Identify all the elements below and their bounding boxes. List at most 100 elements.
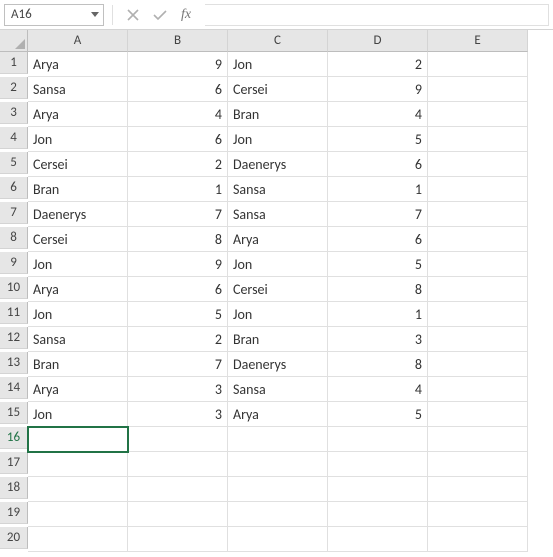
- cell-A10[interactable]: Arya: [28, 277, 128, 302]
- cell-C11[interactable]: Jon: [228, 302, 328, 327]
- cell-C8[interactable]: Arya: [228, 227, 328, 252]
- cell-C14[interactable]: Sansa: [228, 377, 328, 402]
- cell-C6[interactable]: Sansa: [228, 177, 328, 202]
- cell-C2[interactable]: Cersei: [228, 77, 328, 102]
- cell-C19[interactable]: [228, 502, 328, 527]
- cell-C4[interactable]: Jon: [228, 127, 328, 152]
- row-header-10[interactable]: 10: [0, 277, 28, 299]
- cell-D9[interactable]: 5: [328, 252, 428, 277]
- col-header-A[interactable]: A: [28, 30, 128, 52]
- cell-B13[interactable]: 7: [128, 352, 228, 377]
- row-header-2[interactable]: 2: [0, 77, 28, 99]
- row-header-9[interactable]: 9: [0, 252, 28, 274]
- cell-E18[interactable]: [428, 477, 528, 502]
- cell-D3[interactable]: 4: [328, 102, 428, 127]
- cell-D5[interactable]: 6: [328, 152, 428, 177]
- row-header-20[interactable]: 20: [0, 527, 28, 549]
- cell-D18[interactable]: [328, 477, 428, 502]
- cell-C17[interactable]: [228, 452, 328, 477]
- cell-C10[interactable]: Cersei: [228, 277, 328, 302]
- row-header-7[interactable]: 7: [0, 202, 28, 224]
- cell-B10[interactable]: 6: [128, 277, 228, 302]
- cell-D11[interactable]: 1: [328, 302, 428, 327]
- cell-E20[interactable]: [428, 527, 528, 552]
- cell-D2[interactable]: 9: [328, 77, 428, 102]
- row-header-15[interactable]: 15: [0, 402, 28, 424]
- cell-E11[interactable]: [428, 302, 528, 327]
- cell-B17[interactable]: [128, 452, 228, 477]
- cell-E3[interactable]: [428, 102, 528, 127]
- cell-A14[interactable]: Arya: [28, 377, 128, 402]
- col-header-C[interactable]: C: [228, 30, 328, 52]
- cell-B12[interactable]: 2: [128, 327, 228, 352]
- cell-A16[interactable]: [28, 427, 128, 452]
- cell-C1[interactable]: Jon: [228, 52, 328, 77]
- cell-D15[interactable]: 5: [328, 402, 428, 427]
- row-header-19[interactable]: 19: [0, 502, 28, 524]
- cell-B9[interactable]: 9: [128, 252, 228, 277]
- row-header-1[interactable]: 1: [0, 52, 28, 74]
- cell-A4[interactable]: Jon: [28, 127, 128, 152]
- cancel-icon[interactable]: [127, 9, 139, 21]
- formula-input[interactable]: [205, 4, 549, 26]
- row-header-6[interactable]: 6: [0, 177, 28, 199]
- cell-A9[interactable]: Jon: [28, 252, 128, 277]
- fx-icon[interactable]: fx: [181, 7, 191, 23]
- cell-A2[interactable]: Sansa: [28, 77, 128, 102]
- cell-A1[interactable]: Arya: [28, 52, 128, 77]
- cell-B14[interactable]: 3: [128, 377, 228, 402]
- cell-E9[interactable]: [428, 252, 528, 277]
- cell-A7[interactable]: Daenerys: [28, 202, 128, 227]
- cell-B20[interactable]: [128, 527, 228, 552]
- cell-A17[interactable]: [28, 452, 128, 477]
- cell-C5[interactable]: Daenerys: [228, 152, 328, 177]
- cell-B11[interactable]: 5: [128, 302, 228, 327]
- cell-E6[interactable]: [428, 177, 528, 202]
- enter-icon[interactable]: [153, 9, 167, 21]
- cell-A8[interactable]: Cersei: [28, 227, 128, 252]
- row-header-18[interactable]: 18: [0, 477, 28, 499]
- cell-B1[interactable]: 9: [128, 52, 228, 77]
- cell-E19[interactable]: [428, 502, 528, 527]
- cell-B16[interactable]: [128, 427, 228, 452]
- cell-C12[interactable]: Bran: [228, 327, 328, 352]
- cell-C20[interactable]: [228, 527, 328, 552]
- cell-E5[interactable]: [428, 152, 528, 177]
- cell-A5[interactable]: Cersei: [28, 152, 128, 177]
- cell-D7[interactable]: 7: [328, 202, 428, 227]
- cell-D6[interactable]: 1: [328, 177, 428, 202]
- cell-D1[interactable]: 2: [328, 52, 428, 77]
- cell-C18[interactable]: [228, 477, 328, 502]
- cell-E10[interactable]: [428, 277, 528, 302]
- cell-E16[interactable]: [428, 427, 528, 452]
- cell-E8[interactable]: [428, 227, 528, 252]
- cell-B8[interactable]: 8: [128, 227, 228, 252]
- cell-E14[interactable]: [428, 377, 528, 402]
- cell-B7[interactable]: 7: [128, 202, 228, 227]
- row-header-5[interactable]: 5: [0, 152, 28, 174]
- cell-D19[interactable]: [328, 502, 428, 527]
- name-box[interactable]: A16: [4, 4, 104, 26]
- row-header-4[interactable]: 4: [0, 127, 28, 149]
- cell-A11[interactable]: Jon: [28, 302, 128, 327]
- cell-D8[interactable]: 6: [328, 227, 428, 252]
- cell-A6[interactable]: Bran: [28, 177, 128, 202]
- cell-B3[interactable]: 4: [128, 102, 228, 127]
- row-header-11[interactable]: 11: [0, 302, 28, 324]
- cell-E2[interactable]: [428, 77, 528, 102]
- cell-D13[interactable]: 8: [328, 352, 428, 377]
- cell-E7[interactable]: [428, 202, 528, 227]
- cell-B4[interactable]: 6: [128, 127, 228, 152]
- cell-C16[interactable]: [228, 427, 328, 452]
- row-header-13[interactable]: 13: [0, 352, 28, 374]
- cell-B2[interactable]: 6: [128, 77, 228, 102]
- row-header-17[interactable]: 17: [0, 452, 28, 474]
- cell-C9[interactable]: Jon: [228, 252, 328, 277]
- cell-E1[interactable]: [428, 52, 528, 77]
- cell-A19[interactable]: [28, 502, 128, 527]
- cell-B18[interactable]: [128, 477, 228, 502]
- row-header-14[interactable]: 14: [0, 377, 28, 399]
- cell-A13[interactable]: Bran: [28, 352, 128, 377]
- row-header-12[interactable]: 12: [0, 327, 28, 349]
- cell-E12[interactable]: [428, 327, 528, 352]
